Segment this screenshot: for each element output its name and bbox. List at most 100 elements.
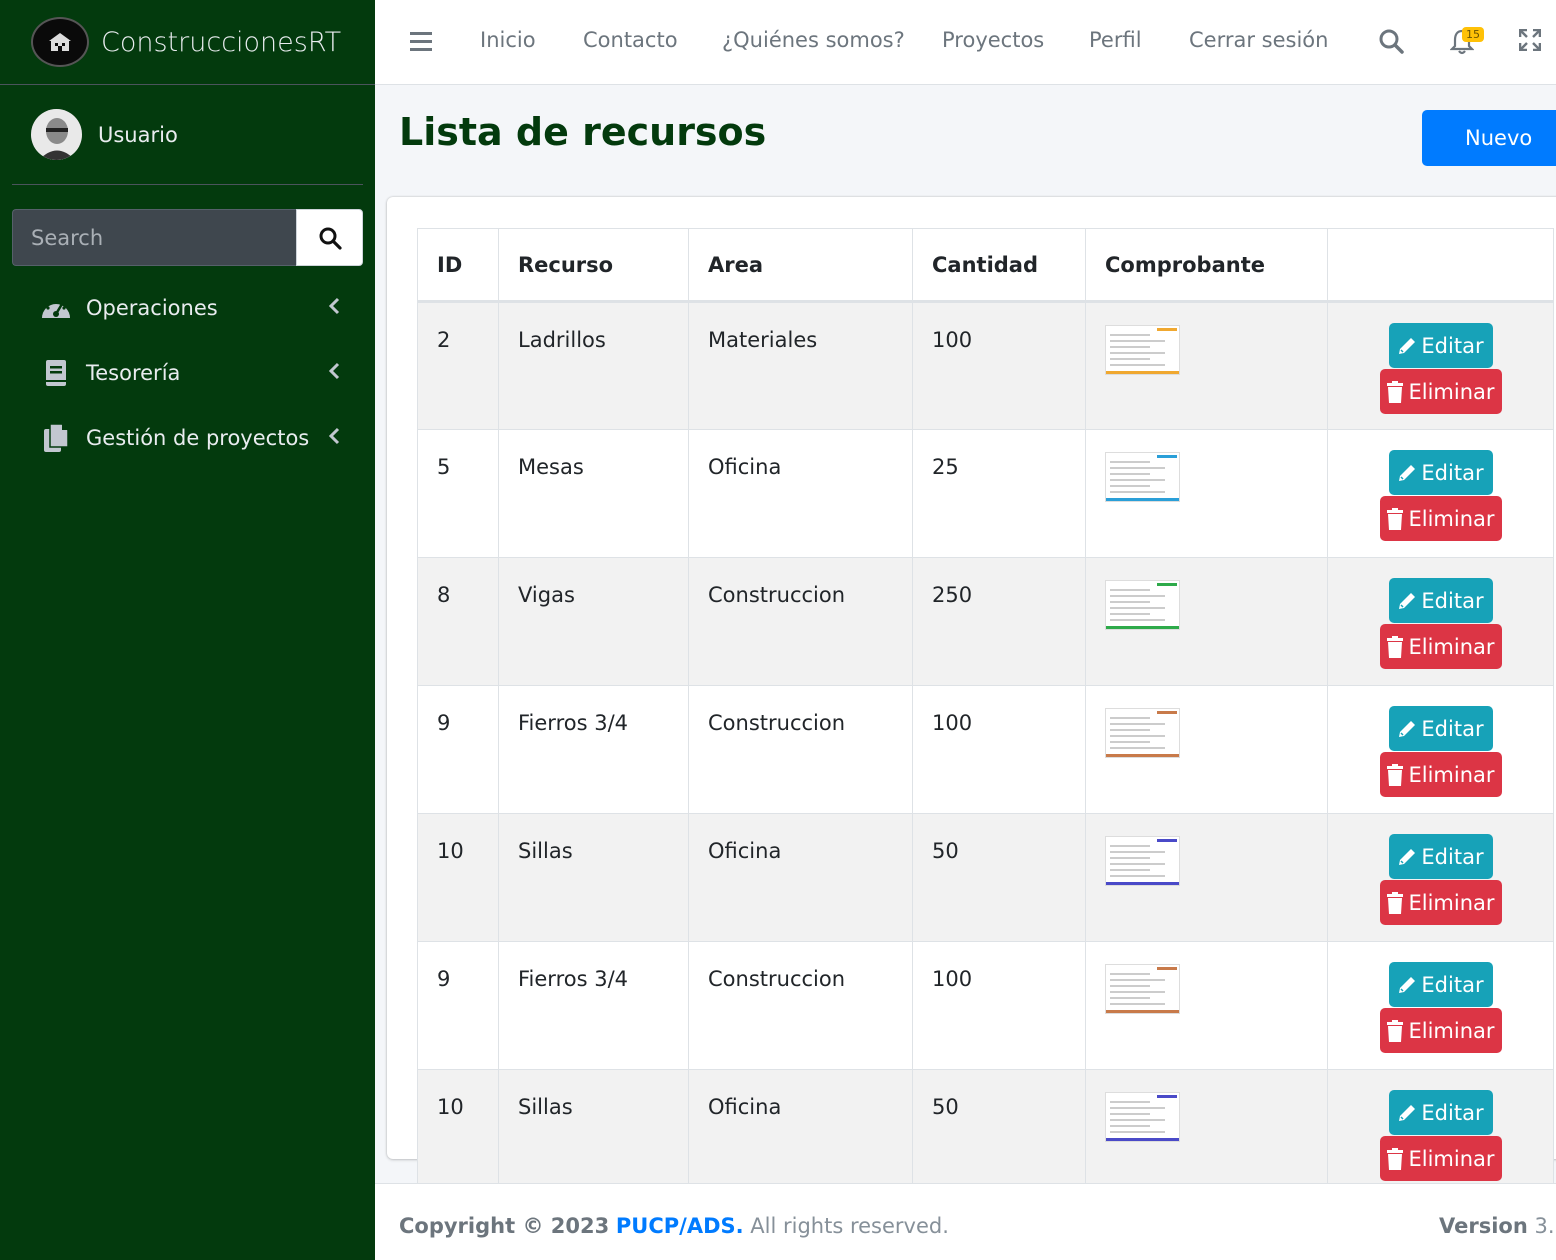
cell-comprobante	[1085, 301, 1328, 430]
version-label: Version	[1439, 1214, 1528, 1238]
cell-actions: Editar Eliminar	[1327, 301, 1554, 430]
receipt-thumbnail[interactable]	[1105, 708, 1180, 758]
cell-actions: Editar Eliminar	[1327, 813, 1554, 942]
column-header-comprobante: Comprobante	[1085, 228, 1328, 303]
brand-link[interactable]: ConstruccionesRT	[0, 0, 375, 85]
cell-recurso: Ladrillos	[498, 301, 689, 430]
brand-name: ConstruccionesRT	[101, 26, 342, 58]
receipt-line	[1110, 334, 1150, 336]
delete-button[interactable]: Eliminar	[1379, 369, 1502, 414]
receipt-thumbnail[interactable]	[1105, 964, 1180, 1014]
receipt-line	[1110, 857, 1150, 859]
cell-recurso: Fierros 3/4	[498, 941, 689, 1070]
nav-link-quienes-somos[interactable]: ¿Quiénes somos?	[722, 28, 905, 52]
nav-link-cerrar-sesion[interactable]: Cerrar sesión	[1189, 28, 1328, 52]
edit-button[interactable]: Editar	[1388, 578, 1493, 623]
table-header-row: ID Recurso Area Cantidad Comprobante	[417, 228, 1554, 303]
pencil-icon	[1399, 337, 1416, 354]
receipt-accent-bar	[1157, 328, 1177, 331]
notification-badge: 15	[1462, 27, 1484, 42]
edit-button[interactable]: Editar	[1388, 323, 1493, 368]
sidebar-search-input[interactable]	[12, 209, 296, 266]
receipt-thumbnail[interactable]	[1105, 452, 1180, 502]
receipt-accent-bar	[1106, 371, 1179, 374]
search-icon[interactable]	[1378, 28, 1404, 54]
trash-icon	[1387, 635, 1404, 658]
receipt-line	[1110, 346, 1150, 348]
receipt-line	[1110, 340, 1165, 342]
delete-button[interactable]: Eliminar	[1379, 1136, 1502, 1181]
delete-button[interactable]: Eliminar	[1379, 496, 1502, 541]
pencil-icon	[1399, 848, 1416, 865]
row-actions: Editar Eliminar	[1328, 1090, 1553, 1181]
cell-actions: Editar Eliminar	[1327, 1069, 1554, 1198]
receipt-thumbnail[interactable]	[1105, 325, 1180, 375]
receipt-accent-bar	[1106, 626, 1179, 629]
sidebar-item-gestion-proyectos[interactable]: Gestión de proyectos	[0, 405, 375, 470]
edit-button[interactable]: Editar	[1388, 962, 1493, 1007]
user-avatar	[31, 109, 82, 160]
receipt-thumbnail[interactable]	[1105, 580, 1180, 630]
delete-button[interactable]: Eliminar	[1379, 1008, 1502, 1053]
user-panel[interactable]: Usuario	[12, 85, 363, 185]
receipt-line	[1110, 613, 1150, 615]
nav-link-perfil[interactable]: Perfil	[1089, 28, 1142, 52]
delete-button-label: Eliminar	[1408, 890, 1495, 915]
footer-org-link[interactable]: PUCP/ADS.	[616, 1214, 744, 1238]
receipt-line	[1110, 985, 1150, 987]
delete-button[interactable]: Eliminar	[1379, 752, 1502, 797]
pencil-icon	[1399, 464, 1416, 481]
delete-button-label: Eliminar	[1408, 634, 1495, 659]
new-resource-button[interactable]: Nuevo	[1422, 110, 1556, 166]
edit-button[interactable]: Editar	[1388, 706, 1493, 751]
edit-button-label: Editar	[1421, 1100, 1484, 1125]
receipt-line	[1110, 461, 1150, 463]
cell-cantidad: 100	[912, 301, 1086, 430]
receipt-line	[1110, 735, 1165, 737]
copy-icon	[40, 422, 72, 454]
receipt-line	[1110, 875, 1165, 877]
delete-button[interactable]: Eliminar	[1379, 624, 1502, 669]
edit-button[interactable]: Editar	[1388, 1090, 1493, 1135]
table-row: 9 Fierros 3/4 Construccion 100 Editar Elimina…	[417, 685, 1554, 814]
edit-button-label: Editar	[1421, 716, 1484, 741]
sidebar-item-tesoreria[interactable]: Tesorería	[0, 340, 375, 405]
receipt-thumbnail[interactable]	[1105, 836, 1180, 886]
receipt-line	[1110, 1101, 1150, 1103]
cell-actions: Editar Eliminar	[1327, 685, 1554, 814]
cell-area: Materiales	[688, 301, 913, 430]
cell-area: Oficina	[688, 429, 913, 558]
cell-comprobante	[1085, 557, 1328, 686]
cell-area: Oficina	[688, 1069, 913, 1198]
sidebar-item-label: Operaciones	[86, 295, 218, 320]
edit-button[interactable]: Editar	[1388, 834, 1493, 879]
receipt-line	[1110, 1131, 1165, 1133]
fullscreen-icon[interactable]	[1519, 29, 1541, 51]
edit-button[interactable]: Editar	[1388, 450, 1493, 495]
receipt-line	[1110, 467, 1165, 469]
top-navbar: Inicio Contacto ¿Quiénes somos? Proyecto…	[375, 0, 1556, 85]
page-footer: Copyright © 2023 PUCP/ADS. All rights re…	[375, 1183, 1556, 1260]
cell-cantidad: 50	[912, 1069, 1086, 1198]
nav-link-contacto[interactable]: Contacto	[583, 28, 678, 52]
cell-area: Oficina	[688, 813, 913, 942]
delete-button-label: Eliminar	[1408, 1146, 1495, 1171]
cell-comprobante	[1085, 813, 1328, 942]
sidebar-search-button[interactable]	[296, 209, 363, 266]
receipt-thumbnail[interactable]	[1105, 1092, 1180, 1142]
receipt-line	[1110, 747, 1165, 749]
cell-actions: Editar Eliminar	[1327, 429, 1554, 558]
cell-comprobante	[1085, 1069, 1328, 1198]
pencil-icon	[1399, 592, 1416, 609]
table-row: 5 Mesas Oficina 25 Editar Eliminar	[417, 429, 1554, 558]
row-actions: Editar Eliminar	[1328, 962, 1553, 1053]
hamburger-menu-icon[interactable]	[410, 31, 432, 51]
cell-cantidad: 100	[912, 941, 1086, 1070]
sidebar-item-operaciones[interactable]: Operaciones	[0, 275, 375, 340]
delete-button[interactable]: Eliminar	[1379, 880, 1502, 925]
nav-link-proyectos[interactable]: Proyectos	[942, 28, 1044, 52]
column-header-actions	[1327, 228, 1554, 303]
receipt-accent-bar	[1157, 967, 1177, 970]
nav-link-inicio[interactable]: Inicio	[480, 28, 536, 52]
delete-button-label: Eliminar	[1408, 762, 1495, 787]
